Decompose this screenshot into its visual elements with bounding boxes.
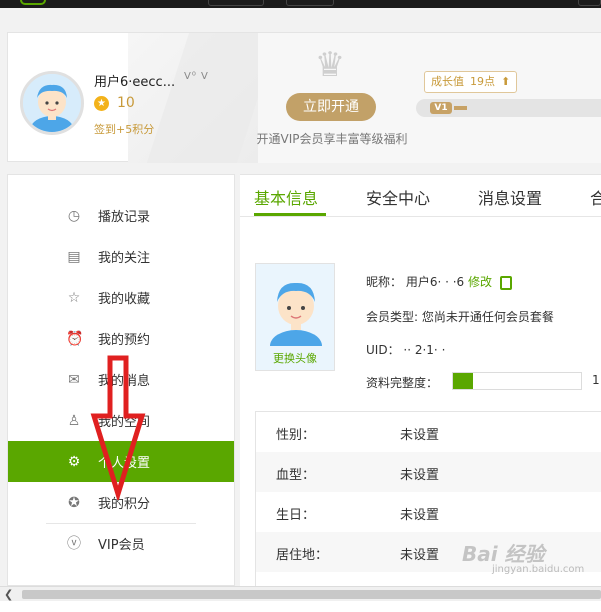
username: 用户6·eecc... — [94, 75, 176, 90]
signin-link[interactable]: 签到+5积分 — [94, 121, 154, 137]
sidebar-item-label: 我的关注 — [98, 251, 151, 266]
scroll-left-icon[interactable]: ❮ — [4, 588, 13, 601]
detail-value: 未设置 — [400, 508, 440, 523]
detail-row: 生日： 未设置 — [256, 492, 601, 532]
details-table: 性别：未设置血型：未设置生日：未设置居住地：未设置QQ：未设置 — [255, 411, 601, 603]
detail-key: 居住地： — [276, 548, 329, 563]
sidebar-item[interactable]: ☆ 我的收藏 — [8, 277, 234, 318]
sidebar-item[interactable]: ⏰ 我的预约 — [8, 318, 234, 359]
star-coin-icon: ★ — [94, 95, 109, 111]
top-nav-button[interactable] — [286, 0, 334, 6]
change-avatar-link[interactable]: 更换头像 — [256, 350, 334, 366]
phone-icon[interactable] — [499, 275, 512, 290]
watermark: Bai 经验 jingyan.baidu.com — [462, 538, 584, 575]
top-nav-button[interactable] — [208, 0, 264, 6]
uid-label: UID： — [366, 343, 400, 357]
growth-label: 成长值 — [431, 75, 464, 88]
tab-message-settings[interactable]: 消息设置 — [478, 185, 542, 209]
sidebar-item-label: 我的收藏 — [98, 292, 151, 307]
points-display: ★ 10 — [94, 95, 135, 111]
watermark-sub: jingyan.baidu.com — [492, 564, 585, 575]
sidebar-item-label: 播放记录 — [98, 210, 151, 225]
detail-key: 生日： — [276, 508, 316, 523]
annotation-arrow — [90, 355, 146, 500]
detail-value: 未设置 — [400, 428, 440, 443]
detail-key: 性别： — [276, 428, 316, 443]
detail-value: 未设置 — [400, 548, 440, 563]
watermark-main: Bai 经验 — [462, 542, 545, 566]
level-progress-fill — [454, 106, 468, 110]
detail-key: 血型： — [276, 468, 316, 483]
gear-icon: ⚙ — [67, 453, 81, 470]
clock-icon: ◷ — [67, 207, 81, 224]
badge-icon: ✪ — [68, 494, 80, 511]
completeness-progress-fill — [453, 373, 474, 389]
nickname-value: 用户6· · ·6 — [405, 275, 465, 289]
nickname-label: 昵称： — [366, 275, 403, 289]
profile-card: 用户6·eecc... V⁰ V ★ 10 签到+5积分 ♛ 立即开通 开通VI… — [7, 32, 601, 163]
points-value: 10 — [117, 95, 135, 111]
logo-icon[interactable] — [20, 0, 46, 5]
uid-value: ·· 2·1· · — [403, 343, 446, 357]
detail-value: 未设置 — [400, 468, 440, 483]
top-nav-button[interactable] — [578, 0, 601, 6]
sidebar-item[interactable]: ◷ 播放记录 — [8, 195, 234, 236]
nickname-row: 昵称： 用户6· · ·6 修改 — [366, 273, 512, 290]
sidebar-item[interactable]: ▤ 我的关注 — [8, 236, 234, 277]
crown-icon: ♛ — [314, 45, 346, 85]
book-icon: ▤ — [67, 248, 81, 265]
detail-row: 性别： 未设置 — [256, 412, 601, 452]
sidebar-item[interactable]: ⓥ VIP会员 — [8, 523, 234, 564]
open-vip-button[interactable]: 立即开通 — [286, 93, 376, 121]
level-badges[interactable]: V⁰ V — [184, 71, 209, 82]
arrow-up-icon: ⬆ — [501, 75, 511, 88]
user-icon: ♙ — [67, 412, 81, 429]
page-body: 用户6·eecc... V⁰ V ★ 10 签到+5积分 ♛ 立即开通 开通VI… — [0, 8, 601, 603]
avatar[interactable] — [20, 71, 84, 135]
sidebar-item-label: VIP会员 — [98, 538, 145, 553]
completeness-progress-bar — [452, 372, 582, 390]
growth-value: 19点 — [470, 75, 495, 88]
tab-security-center[interactable]: 安全中心 — [366, 185, 430, 209]
level-badge: V1 — [430, 102, 452, 114]
tab-more[interactable]: 合 — [590, 185, 601, 209]
edit-nickname-link[interactable]: 修改 — [468, 275, 492, 289]
mail-icon: ✉ — [68, 371, 80, 388]
detail-row: 血型： 未设置 — [256, 452, 601, 492]
scrollbar-thumb[interactable] — [22, 590, 601, 599]
tab-bar: 基本信息 安全中心 消息设置 合 — [240, 175, 601, 217]
vip-description: 开通VIP会员享丰富等级福利 — [256, 132, 408, 146]
tab-basic-info[interactable]: 基本信息 — [254, 185, 318, 209]
uid-row: UID： ·· 2·1· · — [366, 341, 445, 358]
avatar-editor[interactable]: 更换头像 — [255, 263, 335, 371]
avatar-face-icon — [270, 282, 322, 346]
member-type-row: 会员类型: 您尚未开通任何会员套餐 — [366, 308, 554, 325]
sidebar-item-label: 我的预约 — [98, 333, 151, 348]
main-panel: 基本信息 安全中心 消息设置 合 更换头像 昵称： 用户6· · ·6 修改 会… — [240, 174, 601, 603]
active-tab-indicator — [254, 213, 326, 216]
growth-value-badge: 成长值 19点 ⬆ — [424, 71, 518, 93]
horizontal-scrollbar[interactable]: ❮ — [0, 586, 601, 601]
star-icon: ☆ — [67, 289, 81, 306]
alarm-icon: ⏰ — [66, 330, 84, 347]
completeness-label: 资料完整度： — [366, 376, 439, 390]
avatar-face-icon — [23, 74, 81, 132]
vip-icon: ⓥ — [67, 535, 81, 552]
top-nav-bar — [0, 0, 601, 8]
member-type-value: 您尚未开通任何会员套餐 — [421, 310, 554, 324]
member-type-label: 会员类型: — [366, 310, 419, 324]
completeness-value: 1 — [592, 373, 600, 387]
level-progress-bar: V1 — [416, 99, 601, 117]
